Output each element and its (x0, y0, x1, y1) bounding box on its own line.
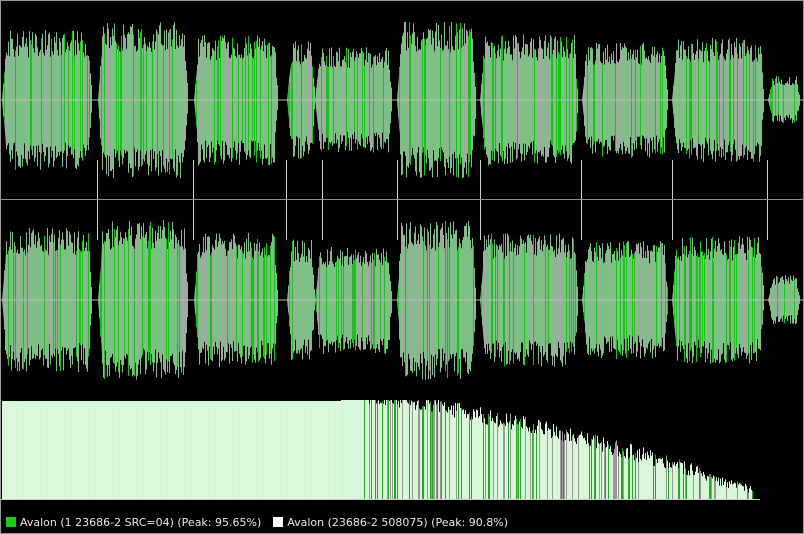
waveform-comparison-window: Avalon (1 23686-2 SRC=04) (Peak: 95.65%)… (0, 0, 804, 534)
legend-label-track-2: Avalon (23686-2 508075) (Peak: 90.8%) (287, 515, 509, 529)
green-square-icon (6, 517, 16, 527)
spectrum-area (0, 400, 760, 500)
legend-label-track-1: Avalon (1 23686-2 SRC=04) (Peak: 95.65%) (20, 515, 262, 529)
white-square-icon (273, 517, 284, 527)
legend-item-track-1: Avalon (1 23686-2 SRC=04) (Peak: 95.65%) (6, 516, 261, 529)
legend: Avalon (1 23686-2 SRC=04) (Peak: 95.65%)… (0, 510, 804, 534)
right-channel-waveform (0, 220, 804, 380)
legend-item-track-2: Avalon (23686-2 508075) (Peak: 90.8%) (273, 516, 508, 529)
left-channel-waveform (0, 21, 804, 179)
waveform-canvas (0, 0, 804, 534)
